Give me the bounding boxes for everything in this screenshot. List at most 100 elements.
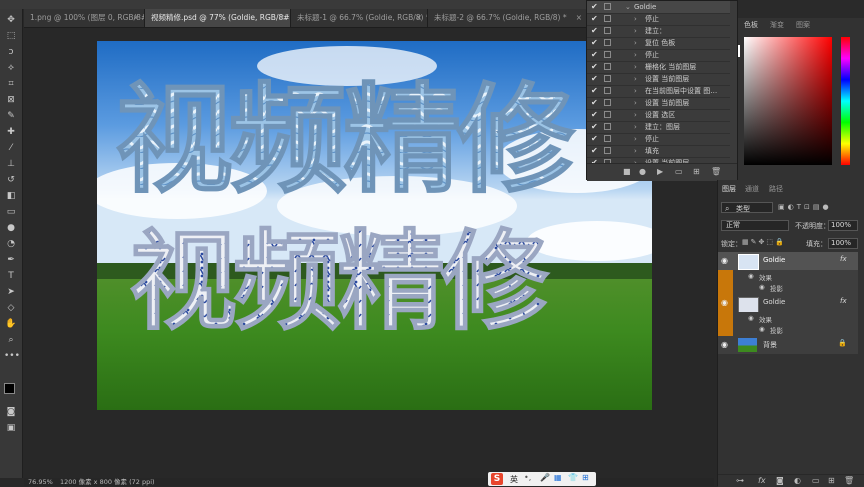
tab-untitled-1[interactable]: 未标题-1 @ 66.7% (Goldie, RGB/8) * × xyxy=(291,9,428,27)
type-tool-icon[interactable]: T xyxy=(4,269,18,283)
toggle-box-icon[interactable] xyxy=(604,3,611,10)
layer-row-background[interactable]: ◉ 背景 🔒 xyxy=(718,336,858,354)
healing-brush-icon[interactable]: ✚ xyxy=(4,125,18,139)
fx-icon[interactable]: fx xyxy=(840,255,847,263)
toggle-box-icon[interactable] xyxy=(604,39,611,46)
blur-tool-icon[interactable]: ● xyxy=(4,221,18,235)
more-tools-icon[interactable]: ••• xyxy=(4,349,20,363)
tab-paths[interactable]: 路径 xyxy=(769,184,783,194)
toggle-box-icon[interactable] xyxy=(604,111,611,118)
toggle-box-icon[interactable] xyxy=(604,75,611,82)
skin-icon[interactable]: 👕 xyxy=(568,473,578,482)
toggle-box-icon[interactable] xyxy=(604,123,611,130)
layer-name[interactable]: Goldie xyxy=(763,298,785,306)
sogou-logo-icon[interactable]: S xyxy=(491,473,503,485)
toolbox-icon[interactable]: ⊞ xyxy=(582,473,589,482)
marquee-tool-icon[interactable]: ⬚ xyxy=(4,29,18,43)
tab-1png[interactable]: 1.png @ 100% (图层 0, RGB/8#) × xyxy=(24,9,145,27)
brush-tool-icon[interactable]: ⁄ xyxy=(4,141,18,155)
chevron-right-icon[interactable]: › xyxy=(634,37,637,49)
trash-icon[interactable]: 🗑 xyxy=(844,476,854,485)
folder-icon[interactable]: ▭ xyxy=(675,167,683,176)
mask-icon[interactable]: ◙ xyxy=(776,476,784,485)
fx-icon[interactable]: fx xyxy=(840,297,847,305)
layer-filter-select[interactable]: ⌕ 类型 xyxy=(721,202,773,213)
frame-tool-icon[interactable]: ⊠ xyxy=(4,93,18,107)
chevron-right-icon[interactable]: › xyxy=(634,121,637,133)
foreground-color-swatch[interactable] xyxy=(4,383,15,394)
toggle-box-icon[interactable] xyxy=(604,135,611,142)
eyedropper-tool-icon[interactable]: ✎ xyxy=(4,109,18,123)
eye-icon[interactable]: ◉ xyxy=(759,325,765,333)
chevron-right-icon[interactable]: › xyxy=(634,145,637,157)
toggle-box-icon[interactable] xyxy=(604,99,611,106)
chevron-right-icon[interactable]: › xyxy=(634,97,637,109)
quick-mask-icon[interactable]: ◙ xyxy=(4,405,18,419)
adjustment-icon[interactable]: ◐ xyxy=(794,476,801,485)
tab-untitled-2[interactable]: 未标题-2 @ 66.7% (Goldie, RGB/8) * × xyxy=(428,9,588,27)
new-layer-icon[interactable]: ⊞ xyxy=(828,476,835,485)
move-tool-icon[interactable]: ✥ xyxy=(4,13,18,27)
toggle-box-icon[interactable] xyxy=(604,147,611,154)
shape-tool-icon[interactable]: ◇ xyxy=(4,301,18,315)
chevron-right-icon[interactable]: › xyxy=(634,61,637,73)
microphone-icon[interactable]: 🎤 xyxy=(540,473,550,482)
chevron-right-icon[interactable]: › xyxy=(634,109,637,121)
effect-drop-shadow[interactable]: 投影 xyxy=(770,325,783,335)
folder-icon[interactable]: ▭ xyxy=(812,476,820,485)
chevron-right-icon[interactable]: › xyxy=(634,49,637,61)
eye-icon[interactable]: ◉ xyxy=(748,314,754,322)
crop-tool-icon[interactable]: ⌗ xyxy=(4,77,18,91)
chevron-right-icon[interactable]: › xyxy=(634,85,637,97)
layer-row-goldie-1[interactable]: ◉ Goldie fx xyxy=(718,252,858,270)
ime-language[interactable]: 英 xyxy=(510,474,518,485)
eye-icon[interactable]: ◉ xyxy=(721,340,728,349)
eye-icon[interactable]: ◉ xyxy=(721,256,728,265)
close-icon[interactable]: × xyxy=(133,9,139,27)
layer-name[interactable]: 背景 xyxy=(763,340,777,350)
quick-select-tool-icon[interactable]: ⟡ xyxy=(4,61,18,75)
history-brush-icon[interactable]: ↺ xyxy=(4,173,18,187)
tab-gradients[interactable]: 渐变 xyxy=(770,20,784,30)
hue-slider[interactable] xyxy=(841,37,850,165)
close-icon[interactable]: × xyxy=(576,9,582,27)
eye-icon[interactable]: ◉ xyxy=(748,272,754,280)
chevron-right-icon[interactable]: › xyxy=(634,133,637,145)
layer-row-goldie-2[interactable]: Goldie fx xyxy=(733,294,858,313)
toggle-box-icon[interactable] xyxy=(604,63,611,70)
chevron-right-icon[interactable]: › xyxy=(634,13,637,25)
toggle-box-icon[interactable] xyxy=(604,87,611,94)
toggle-box-icon[interactable] xyxy=(604,15,611,22)
keyboard-icon[interactable]: ▦ xyxy=(554,473,562,482)
tab-video-retouch[interactable]: 视频精修.psd @ 77% (Goldie, RGB/8#) * × xyxy=(145,9,291,27)
document-canvas[interactable]: 视频精修 视频精修 xyxy=(97,41,652,410)
punctuation-icon[interactable]: •, xyxy=(524,473,531,482)
zoom-tool-icon[interactable]: ⌕ xyxy=(4,333,18,347)
gradient-tool-icon[interactable]: ▭ xyxy=(4,205,18,219)
tab-patterns[interactable]: 图案 xyxy=(796,20,810,30)
eye-icon[interactable]: ◉ xyxy=(759,283,765,291)
lasso-tool-icon[interactable]: ↄ xyxy=(4,45,18,59)
screen-mode-icon[interactable]: ▣ xyxy=(4,421,18,435)
record-icon[interactable]: ● xyxy=(639,167,646,176)
chevron-right-icon[interactable]: › xyxy=(634,73,637,85)
tab-channels[interactable]: 通道 xyxy=(745,184,759,194)
hand-tool-icon[interactable]: ✋ xyxy=(4,317,18,331)
layer-name[interactable]: Goldie xyxy=(763,256,785,264)
eye-icon[interactable]: ◉ xyxy=(721,298,728,307)
fx-icon[interactable]: fx xyxy=(758,476,766,485)
link-icon[interactable]: ⊶ xyxy=(736,476,744,485)
new-action-icon[interactable]: ⊞ xyxy=(693,167,700,176)
close-icon[interactable]: × xyxy=(279,9,285,27)
opacity-input[interactable]: 100% xyxy=(828,220,858,231)
eraser-tool-icon[interactable]: ◧ xyxy=(4,189,18,203)
tab-swatches[interactable]: 色板 xyxy=(744,20,758,30)
path-select-icon[interactable]: ➤ xyxy=(4,285,18,299)
filter-icons[interactable]: ▣◐T⊡▤● xyxy=(778,203,832,211)
toggle-box-icon[interactable] xyxy=(604,51,611,58)
zoom-level[interactable]: 76.95% xyxy=(28,478,53,486)
dodge-tool-icon[interactable]: ◔ xyxy=(4,237,18,251)
effect-drop-shadow[interactable]: 投影 xyxy=(770,283,783,293)
chevron-right-icon[interactable]: › xyxy=(634,25,637,37)
pen-tool-icon[interactable]: ✒ xyxy=(4,253,18,267)
